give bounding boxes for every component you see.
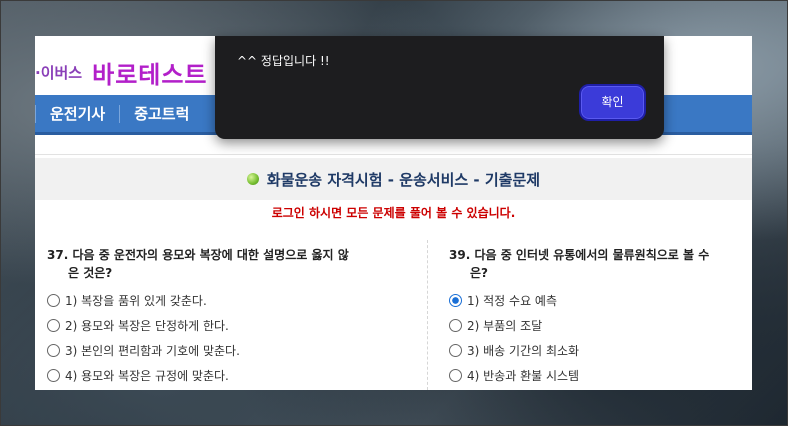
- question-text-line2: 은?: [470, 266, 489, 280]
- alert-message: ^^ 정답입니다 !!: [237, 54, 330, 68]
- question-number: 39.: [449, 248, 471, 262]
- question-text-line2: 은 것은?: [68, 266, 113, 280]
- section-title: 화물운송 자격시험 - 운송서비스 - 기출문제: [266, 170, 541, 189]
- radio-button[interactable]: [449, 369, 462, 382]
- answer-option-4[interactable]: 4) 용모와 복장은 규정에 맞춘다.: [47, 363, 417, 388]
- question-title: 39. 다음 중 인터넷 유통에서의 물류원칙으로 볼 수 은?: [449, 246, 752, 282]
- radio-button[interactable]: [47, 294, 60, 307]
- radio-button[interactable]: [47, 319, 60, 332]
- confirm-button[interactable]: 확인: [579, 84, 646, 121]
- radio-button[interactable]: [449, 319, 462, 332]
- login-notice[interactable]: 로그인 하시면 모든 문제를 풀어 볼 수 있습니다.: [35, 204, 752, 221]
- answer-option-2[interactable]: 2) 용모와 복장은 단정하게 한다.: [47, 313, 417, 338]
- nav-item-drivers[interactable]: 운전기사: [35, 104, 119, 123]
- radio-button[interactable]: [47, 369, 60, 382]
- radio-button[interactable]: [47, 344, 60, 357]
- option-label: 3) 배송 기간의 최소화: [467, 344, 580, 358]
- site-logo[interactable]: ·이버스 바로테스트: [35, 54, 208, 90]
- sub-nav-strip: [35, 138, 752, 155]
- question-text-line1: 다음 중 운전자의 용모와 복장에 대한 설명으로 옳지 않: [72, 248, 349, 262]
- nav-item-used-trucks[interactable]: 중고트럭: [119, 104, 203, 123]
- answer-option-1[interactable]: 1) 복장을 품위 있게 갖춘다.: [47, 288, 417, 313]
- section-title-bar: 화물운송 자격시험 - 운송서비스 - 기출문제: [35, 158, 752, 200]
- option-label: 1) 적정 수요 예측: [467, 294, 558, 308]
- green-bullet-icon: [246, 173, 259, 185]
- answer-option-1[interactable]: 1) 적정 수요 예측: [449, 288, 752, 313]
- question-text-line1: 다음 중 인터넷 유통에서의 물류원칙으로 볼 수: [474, 248, 710, 262]
- question-block-39: 39. 다음 중 인터넷 유통에서의 물류원칙으로 볼 수 은? 1) 적정 수…: [449, 246, 752, 388]
- option-label: 4) 용모와 복장은 규정에 맞춘다.: [65, 369, 229, 383]
- radio-button[interactable]: [449, 344, 462, 357]
- logo-big-text: 바로테스트: [92, 60, 208, 89]
- answer-option-4[interactable]: 4) 반송과 환불 시스템: [449, 363, 752, 388]
- answer-option-2[interactable]: 2) 부품의 조달: [449, 313, 752, 338]
- answer-option-3[interactable]: 3) 본인의 편리함과 기호에 맞춘다.: [47, 338, 417, 363]
- logo-small-text: ·이버스: [35, 63, 83, 82]
- option-label: 2) 부품의 조달: [467, 319, 543, 333]
- answer-option-3[interactable]: 3) 배송 기간의 최소화: [449, 338, 752, 363]
- option-label: 3) 본인의 편리함과 기호에 맞춘다.: [65, 344, 240, 358]
- question-title: 37. 다음 중 운전자의 용모와 복장에 대한 설명으로 옳지 않 은 것은?: [47, 246, 417, 282]
- radio-button-selected[interactable]: [449, 294, 462, 307]
- option-label: 2) 용모와 복장은 단정하게 한다.: [65, 319, 229, 333]
- question-number: 37.: [47, 248, 69, 262]
- question-block-37: 37. 다음 중 운전자의 용모와 복장에 대한 설명으로 옳지 않 은 것은?…: [47, 246, 417, 388]
- option-label: 4) 반송과 환불 시스템: [467, 369, 580, 383]
- option-label: 1) 복장을 품위 있게 갖춘다.: [65, 294, 207, 308]
- column-divider: [427, 240, 428, 390]
